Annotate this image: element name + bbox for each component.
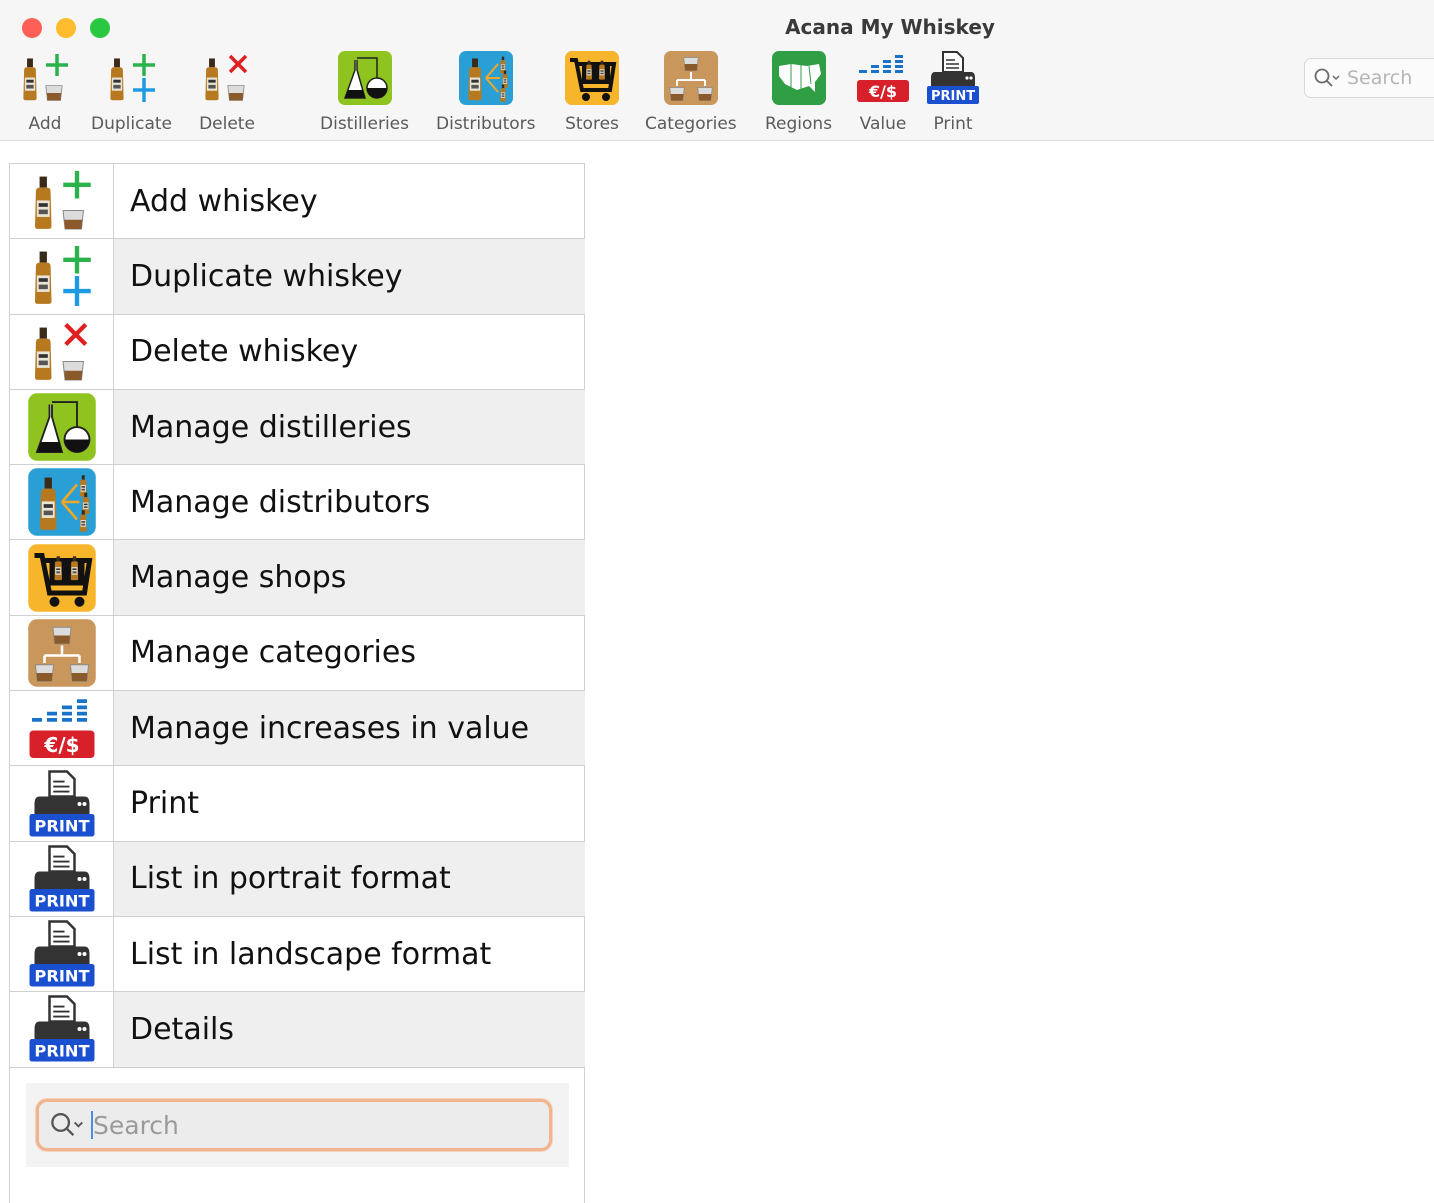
duplicate-whiskey-icon — [10, 239, 114, 314]
toolbar-distilleries-label: Distilleries — [320, 114, 409, 134]
list-item-label: List in portrait format — [114, 841, 585, 916]
toolbar-regions-button[interactable]: Regions — [765, 50, 832, 134]
list-item-label: Details — [114, 992, 585, 1067]
list-search-container: Search — [26, 1083, 569, 1167]
add-whiskey-icon — [17, 50, 73, 106]
list-item-manage-distributors[interactable]: Manage distributors — [10, 465, 585, 541]
toolbar-value-button[interactable]: €/$ Value — [855, 50, 911, 134]
list-item-label: Manage shops — [114, 540, 585, 615]
toolbar-delete-button[interactable]: Delete — [199, 50, 255, 134]
toolbar-print-label: Print — [933, 114, 973, 134]
distillery-flask-icon — [10, 389, 114, 465]
delete-whiskey-icon — [199, 50, 255, 106]
list-item-manage-categories[interactable]: Manage categories — [10, 615, 585, 692]
value-icon-text: €/$ — [868, 82, 897, 101]
list-item-delete-whiskey[interactable]: Delete whiskey — [10, 314, 585, 390]
toolbar-stores-label: Stores — [565, 114, 619, 134]
action-list-panel: Add whiskey Duplicate whiskey Delete whi… — [9, 163, 585, 1203]
categories-icon — [10, 615, 114, 691]
toolbar-stores-button[interactable]: Stores — [564, 50, 620, 134]
list-item-landscape[interactable]: PRINT List in landscape format — [10, 916, 585, 993]
list-item-label: Manage categories — [130, 635, 416, 671]
distillery-flask-icon — [337, 50, 393, 106]
print-icon: PRINT — [10, 766, 114, 841]
print-icon-badge: PRINT — [34, 891, 89, 910]
toolbar-search-placeholder: Search — [1347, 67, 1413, 89]
title-bar: Acana My Whiskey Add Duplicate Delete Di… — [0, 0, 1434, 141]
toolbar-distributors-label: Distributors — [436, 114, 536, 134]
list-item-portrait[interactable]: PRINT List in portrait format — [10, 841, 585, 917]
list-item-add-whiskey[interactable]: Add whiskey — [10, 164, 585, 240]
toolbar-print-button[interactable]: PRINT Print — [925, 50, 981, 134]
list-search-input[interactable]: Search — [36, 1099, 552, 1151]
distributors-icon — [458, 50, 514, 106]
distributors-icon — [10, 465, 114, 540]
toolbar-categories-button[interactable]: Categories — [645, 50, 737, 134]
toolbar-regions-label: Regions — [765, 114, 833, 134]
regions-map-icon — [771, 50, 827, 106]
list-item-label: List in landscape format — [130, 936, 492, 972]
search-icon — [51, 1113, 83, 1136]
window-title: Acana My Whiskey — [785, 15, 995, 39]
toolbar-value-label: Value — [859, 114, 907, 134]
list-item-manage-shops[interactable]: Manage shops — [10, 540, 585, 616]
list-item-manage-value[interactable]: €/$ Manage increases in value — [10, 691, 585, 767]
list-search-placeholder: Search — [93, 1110, 179, 1140]
list-item-label: Duplicate whiskey — [114, 239, 585, 314]
print-icon: PRINT — [10, 841, 114, 916]
print-icon-badge: PRINT — [34, 816, 89, 835]
list-item-label: Manage increases in value — [114, 691, 585, 766]
delete-whiskey-icon — [10, 314, 114, 389]
shopping-cart-icon — [564, 50, 620, 106]
list-item-details[interactable]: PRINT Details — [10, 992, 585, 1068]
toolbar-distributors-button[interactable]: Distributors — [436, 50, 536, 134]
list-item-label: Manage distilleries — [114, 389, 585, 465]
toolbar-add-button[interactable]: Add — [17, 50, 73, 134]
list-item-label: Manage distributors — [130, 484, 431, 520]
list-item-print[interactable]: PRINT Print — [10, 766, 585, 842]
toolbar-distilleries-button[interactable]: Distilleries — [320, 50, 409, 134]
duplicate-whiskey-icon — [104, 50, 160, 106]
action-list: Add whiskey Duplicate whiskey Delete whi… — [10, 163, 585, 1068]
toolbar-search-field[interactable]: Search — [1304, 58, 1434, 98]
print-icon-badge: PRINT — [34, 967, 89, 986]
print-icon-badge: PRINT — [34, 1042, 89, 1061]
add-whiskey-icon — [10, 164, 114, 239]
list-item-duplicate-whiskey[interactable]: Duplicate whiskey — [10, 239, 585, 315]
toolbar-categories-label: Categories — [645, 114, 737, 134]
value-icon-text: €/$ — [43, 733, 79, 757]
search-icon — [1314, 68, 1340, 87]
toolbar-add-label: Add — [28, 114, 62, 134]
toolbar-duplicate-label: Duplicate — [91, 114, 172, 134]
value-icon: €/$ — [10, 691, 114, 766]
shopping-cart-icon — [10, 540, 114, 615]
list-item-label: Delete whiskey — [130, 334, 359, 370]
toolbar-delete-label: Delete — [199, 114, 255, 134]
toolbar-duplicate-button[interactable]: Duplicate — [91, 50, 172, 134]
categories-icon — [663, 50, 719, 106]
print-icon: PRINT — [925, 50, 981, 106]
print-icon: PRINT — [10, 916, 114, 992]
value-icon: €/$ — [855, 50, 911, 106]
print-icon: PRINT — [10, 992, 114, 1067]
list-item-label: Print — [130, 786, 200, 822]
list-item-manage-distilleries[interactable]: Manage distilleries — [10, 389, 585, 466]
list-item-label: Add whiskey — [130, 183, 318, 219]
print-icon-badge: PRINT — [931, 89, 975, 104]
